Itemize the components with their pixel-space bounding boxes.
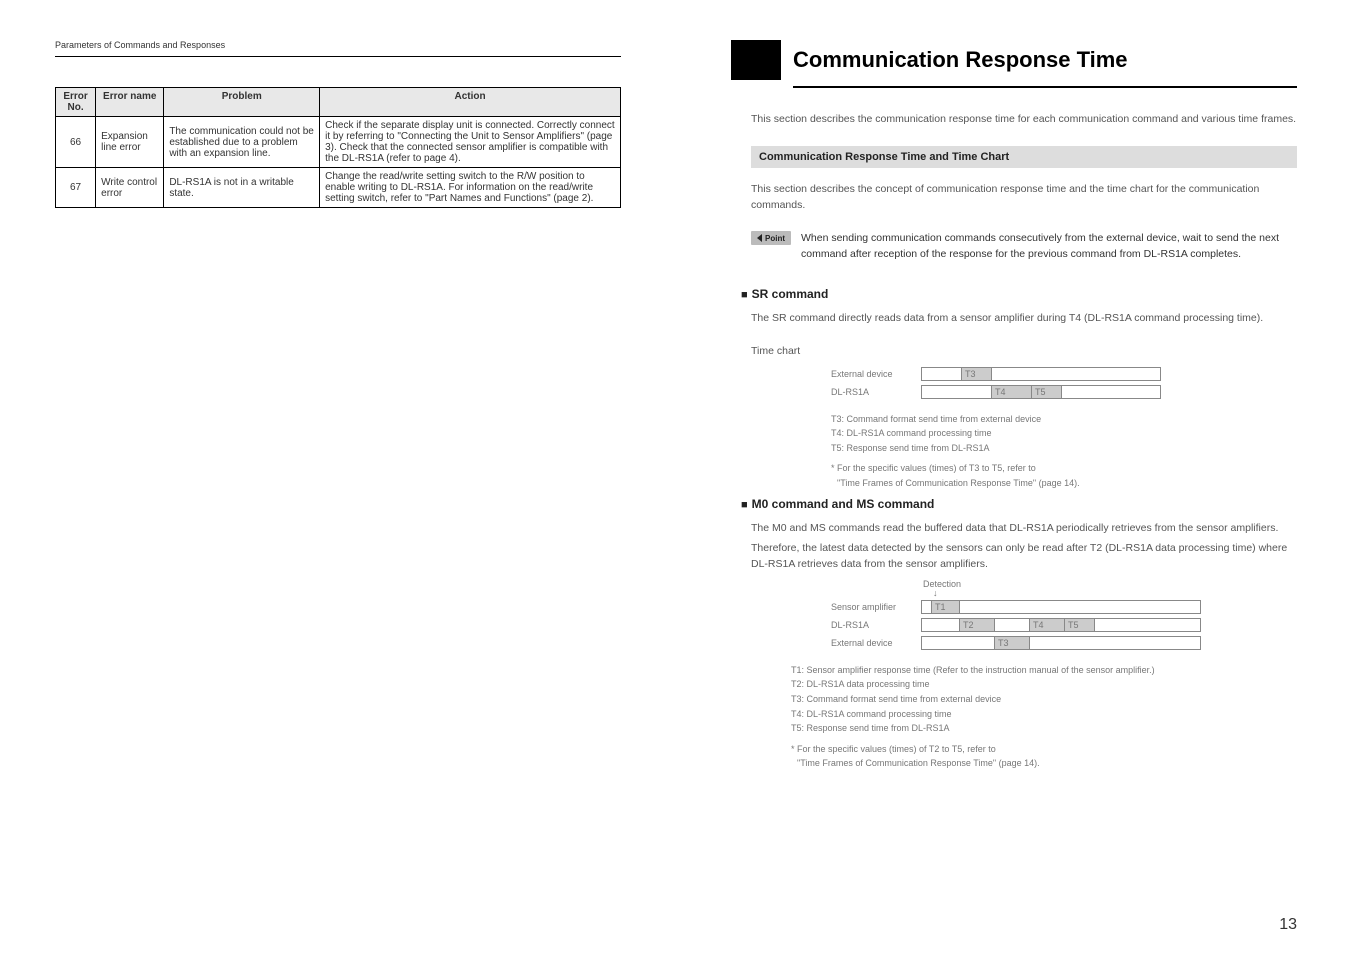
t1-seg: T1 — [932, 601, 960, 613]
sr-footnote: * For the specific values (times) of T3 … — [831, 462, 1297, 489]
m0-note: T4: DL-RS1A command processing time — [791, 708, 1297, 721]
th-problem: Problem — [164, 88, 320, 117]
th-error-name: Error name — [96, 88, 164, 117]
m0-notes: T1: Sensor amplifier response time (Refe… — [791, 664, 1297, 735]
sr-notes: T3: Command format send time from extern… — [831, 413, 1297, 455]
t5-seg: T5 — [1032, 386, 1062, 398]
point-badge: Point — [751, 231, 791, 245]
m0-text2: Therefore, the latest data detected by t… — [751, 541, 1297, 573]
cell-action: Change the read/write setting switch to … — [320, 168, 621, 208]
t2-seg: T2 — [960, 619, 995, 631]
m0-note: T1: Sensor amplifier response time (Refe… — [791, 664, 1297, 677]
section-bar: Communication Response Time and Time Cha… — [751, 146, 1297, 168]
t3-seg: T3 — [962, 368, 992, 380]
sr-row1-label: External device — [831, 369, 921, 379]
detection-label: Detection — [923, 579, 1297, 589]
point-text: When sending communication commands cons… — [801, 231, 1297, 263]
sr-text: The SR command directly reads data from … — [751, 311, 1297, 327]
cell-problem: The communication could not be establish… — [164, 117, 320, 168]
sr-heading: SR command — [741, 287, 1297, 301]
sr-chart-label: Time chart — [751, 345, 1297, 357]
down-arrow-icon: ↓ — [933, 589, 1297, 598]
m0-text1: The M0 and MS commands read the buffered… — [751, 521, 1297, 537]
t5-seg: T5 — [1065, 619, 1095, 631]
sr-footnote-line: "Time Frames of Communication Response T… — [831, 477, 1297, 490]
m0-note: T5: Response send time from DL-RS1A — [791, 722, 1297, 735]
m0-row3-label: External device — [831, 638, 921, 648]
m0-note: T3: Command format send time from extern… — [791, 693, 1297, 706]
sr-time-chart: External device T3 DL-RS1A T4 T5 — [831, 367, 1297, 399]
cell-error-no: 67 — [56, 168, 96, 208]
sr-note: T3: Command format send time from extern… — [831, 413, 1297, 426]
th-action: Action — [320, 88, 621, 117]
cell-action: Check if the separate display unit is co… — [320, 117, 621, 168]
error-table: Error No. Error name Problem Action 66 E… — [55, 87, 621, 208]
cell-error-no: 66 — [56, 117, 96, 168]
cell-problem: DL-RS1A is not in a writable state. — [164, 168, 320, 208]
heading-rule — [793, 86, 1297, 88]
m0-heading: M0 command and MS command — [741, 497, 1297, 511]
th-error-no: Error No. — [56, 88, 96, 117]
m0-time-chart: Sensor amplifier T1 DL-RS1A T2 T4 T5 Ext… — [831, 600, 1297, 650]
cell-error-name: Write control error — [96, 168, 164, 208]
page-title: Communication Response Time — [793, 47, 1128, 73]
table-row: 67 Write control error DL-RS1A is not in… — [56, 168, 621, 208]
sr-note: T4: DL-RS1A command processing time — [831, 427, 1297, 440]
t4-seg: T4 — [992, 386, 1032, 398]
m0-row1-label: Sensor amplifier — [831, 602, 921, 612]
heading-block-icon — [731, 40, 781, 80]
m0-footnote: * For the specific values (times) of T2 … — [791, 743, 1297, 770]
t3-seg: T3 — [995, 637, 1030, 649]
cell-error-name: Expansion line error — [96, 117, 164, 168]
m0-row2-label: DL-RS1A — [831, 620, 921, 630]
section1-text: This section describes the concept of co… — [751, 182, 1297, 214]
left-header: Parameters of Commands and Responses — [55, 40, 621, 50]
sr-row2-label: DL-RS1A — [831, 387, 921, 397]
sr-footnote-line: * For the specific values (times) of T3 … — [831, 462, 1297, 475]
t4-seg: T4 — [1030, 619, 1065, 631]
page-number: 13 — [1279, 916, 1297, 934]
left-header-rule — [55, 56, 621, 57]
table-row: 66 Expansion line error The communicatio… — [56, 117, 621, 168]
m0-note: T2: DL-RS1A data processing time — [791, 678, 1297, 691]
sr-note: T5: Response send time from DL-RS1A — [831, 442, 1297, 455]
intro-text: This section describes the communication… — [751, 112, 1297, 128]
m0-footnote-line: * For the specific values (times) of T2 … — [791, 743, 1297, 756]
m0-footnote-line: "Time Frames of Communication Response T… — [791, 757, 1297, 770]
